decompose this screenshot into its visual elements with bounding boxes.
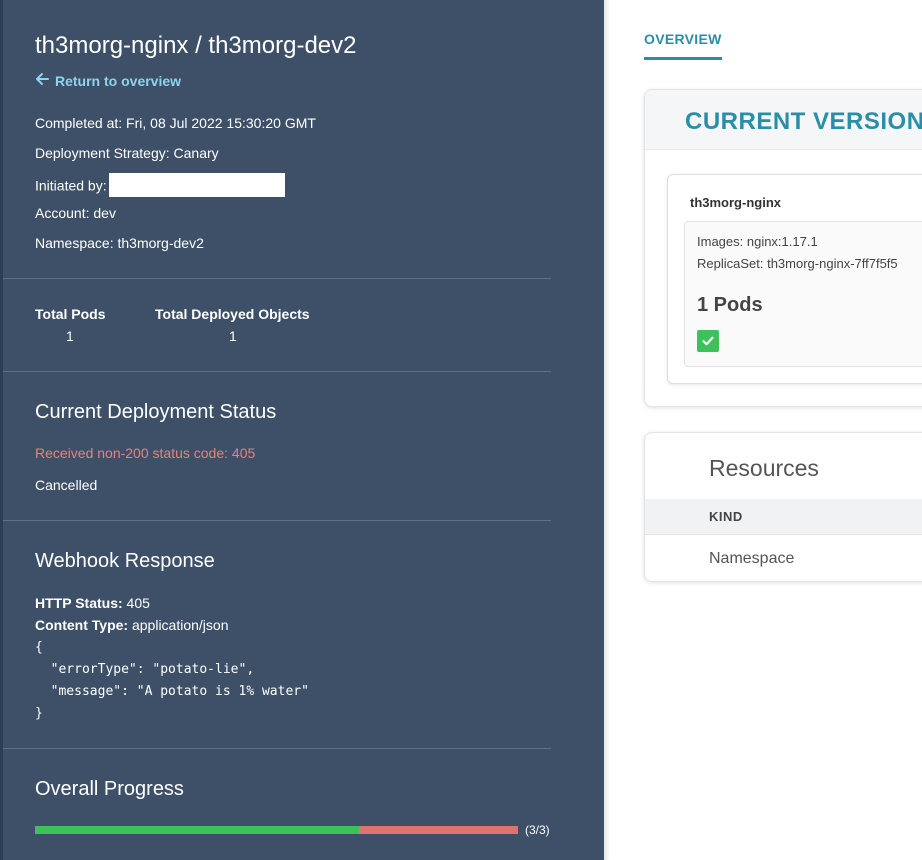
version-replicaset: ReplicaSet: th3morg-nginx-7ff7f5f5	[697, 256, 898, 271]
return-to-overview-link[interactable]: Return to overview	[35, 72, 181, 89]
status-state: Cancelled	[35, 477, 98, 493]
content-type-value: application/json	[131, 617, 229, 633]
arrow-left-icon	[35, 72, 49, 89]
response-body-line: {	[35, 640, 43, 655]
content-type-label: Content Type:	[35, 617, 129, 633]
deployment-details-panel: th3morg-nginx / th3morg-dev2 Return to o…	[0, 0, 610, 860]
resource-kind-cell: Namespace	[709, 550, 795, 567]
progress-success-segment	[35, 826, 359, 834]
progress-count: (3/3)	[525, 823, 550, 837]
pod-ready-check-icon[interactable]	[697, 330, 719, 352]
page-title: th3morg-nginx / th3morg-dev2	[35, 32, 357, 59]
deployment-strategy: Deployment Strategy: Canary	[35, 145, 219, 161]
content-type: Content Type: application/json	[35, 617, 228, 633]
status-error-message: Received non-200 status code: 405	[35, 445, 256, 461]
total-pods-label: Total Pods	[35, 306, 106, 322]
tab-overview[interactable]: OVERVIEW	[644, 31, 722, 60]
completed-at: Completed at: Fri, 08 Jul 2022 15:30:20 …	[35, 115, 316, 131]
table-row[interactable]: Namespace	[645, 535, 922, 581]
version-name: th3morg-nginx	[690, 195, 781, 210]
response-body-line: }	[35, 706, 43, 721]
current-version-title: CURRENT VERSION	[685, 108, 922, 135]
kind-column-header: KIND	[709, 509, 743, 524]
response-body-line: "errorType": "potato-lie",	[35, 662, 255, 677]
resources-title: Resources	[709, 455, 819, 481]
resources-card: Resources KIND Namespace	[644, 432, 922, 582]
redacted-user-box	[108, 173, 285, 197]
http-status-value: 405	[126, 595, 150, 611]
overall-progress-title: Overall Progress	[35, 778, 184, 800]
total-objects-label: Total Deployed Objects	[155, 306, 310, 322]
webhook-response-title: Webhook Response	[35, 550, 215, 572]
divider	[3, 748, 551, 749]
total-objects-value: 1	[229, 328, 237, 344]
deployment-status-title: Current Deployment Status	[35, 401, 277, 423]
version-details-box: Images: nginx:1.17.1 ReplicaSet: th3morg…	[684, 221, 922, 367]
namespace: Namespace: th3morg-dev2	[35, 235, 204, 251]
overall-progress-bar	[35, 826, 518, 834]
initiated-by-label: Initiated by:	[35, 177, 107, 194]
pods-count: 1 Pods	[697, 294, 763, 316]
version-images: Images: nginx:1.17.1	[697, 234, 818, 249]
version-item-card[interactable]: th3morg-nginx Images: nginx:1.17.1 Repli…	[667, 174, 922, 384]
current-version-card: CURRENT VERSION th3morg-nginx Images: ng…	[644, 89, 922, 407]
divider	[3, 520, 551, 521]
http-status-label: HTTP Status:	[35, 595, 123, 611]
initiated-by: Initiated by:	[35, 173, 285, 199]
resources-table-header: KIND	[645, 499, 922, 535]
total-pods-value: 1	[66, 328, 74, 344]
http-status: HTTP Status: 405	[35, 595, 150, 611]
progress-failure-segment	[358, 826, 518, 834]
divider	[3, 278, 551, 279]
return-link-label: Return to overview	[55, 72, 182, 89]
divider	[3, 371, 551, 372]
response-body-line: "message": "A potato is 1% water"	[35, 684, 309, 699]
panel-edge-shadow	[604, 0, 610, 860]
account: Account: dev	[35, 205, 116, 221]
